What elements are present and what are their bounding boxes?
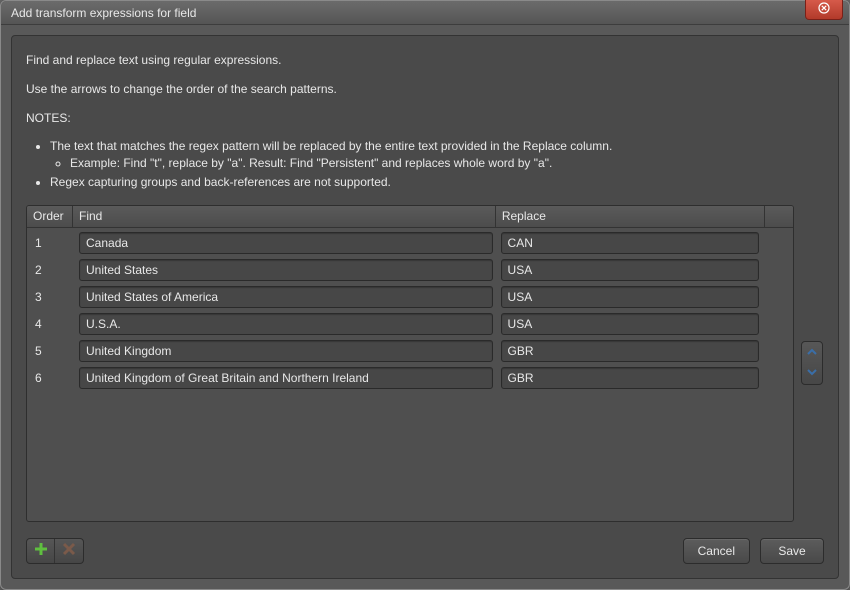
dialog-footer: Cancel Save	[26, 536, 824, 566]
delete-icon	[61, 541, 77, 562]
table-row[interactable]: 2	[29, 257, 791, 284]
table-row[interactable]: 5	[29, 338, 791, 365]
table-area: Order Find Replace 1 2 3 4 5 6	[26, 205, 824, 522]
cell-spacer	[763, 377, 791, 379]
reorder-controls	[800, 205, 824, 522]
header-find[interactable]: Find	[73, 206, 496, 227]
transform-table: Order Find Replace 1 2 3 4 5 6	[26, 205, 794, 522]
table-row[interactable]: 4	[29, 311, 791, 338]
find-input[interactable]	[79, 367, 493, 389]
cancel-button[interactable]: Cancel	[683, 538, 750, 564]
replace-input[interactable]	[501, 313, 759, 335]
table-header: Order Find Replace	[27, 206, 793, 228]
description-para1: Find and replace text using regular expr…	[26, 52, 824, 69]
dialog-window: Add transform expressions for field Find…	[0, 0, 850, 590]
chevron-down-icon	[806, 364, 818, 382]
close-button[interactable]	[805, 0, 843, 20]
dialog-content: Find and replace text using regular expr…	[11, 35, 839, 579]
description-para2: Use the arrows to change the order of th…	[26, 81, 824, 98]
table-body: 1 2 3 4 5 6	[27, 228, 793, 521]
find-input[interactable]	[79, 286, 493, 308]
cell-find	[75, 231, 497, 255]
delete-row-button[interactable]	[55, 539, 83, 563]
cell-spacer	[763, 269, 791, 271]
find-input[interactable]	[79, 232, 493, 254]
header-replace[interactable]: Replace	[496, 206, 765, 227]
find-input[interactable]	[79, 259, 493, 281]
cell-find	[75, 258, 497, 282]
cell-order: 1	[29, 235, 75, 251]
description-block: Find and replace text using regular expr…	[26, 52, 824, 193]
cell-find	[75, 366, 497, 390]
note-1-text: The text that matches the regex pattern …	[50, 139, 612, 153]
replace-input[interactable]	[501, 259, 759, 281]
note-item: Regex capturing groups and back-referenc…	[50, 174, 824, 191]
close-icon	[818, 2, 830, 17]
move-down-button[interactable]	[804, 364, 820, 382]
cell-replace	[497, 231, 763, 255]
header-order[interactable]: Order	[27, 206, 73, 227]
save-button[interactable]: Save	[760, 538, 824, 564]
replace-input[interactable]	[501, 340, 759, 362]
plus-icon	[33, 541, 49, 562]
replace-input[interactable]	[501, 286, 759, 308]
cell-spacer	[763, 242, 791, 244]
add-row-button[interactable]	[27, 539, 55, 563]
cell-replace	[497, 285, 763, 309]
note-example: Example: Find "t", replace by "a". Resul…	[70, 155, 824, 172]
cell-spacer	[763, 296, 791, 298]
table-row[interactable]: 3	[29, 284, 791, 311]
cell-order: 5	[29, 343, 75, 359]
cell-order: 3	[29, 289, 75, 305]
cell-order: 4	[29, 316, 75, 332]
replace-input[interactable]	[501, 232, 759, 254]
cell-replace	[497, 366, 763, 390]
note-item: The text that matches the regex pattern …	[50, 138, 824, 172]
cell-find	[75, 285, 497, 309]
find-input[interactable]	[79, 340, 493, 362]
cell-replace	[497, 312, 763, 336]
cell-spacer	[763, 350, 791, 352]
footer-buttons: Cancel Save	[683, 538, 824, 564]
row-action-group	[26, 538, 84, 564]
table-row[interactable]: 6	[29, 365, 791, 392]
header-spacer	[765, 206, 793, 227]
cell-find	[75, 339, 497, 363]
find-input[interactable]	[79, 313, 493, 335]
move-up-button[interactable]	[804, 344, 820, 362]
cell-order: 2	[29, 262, 75, 278]
notes-label: NOTES:	[26, 110, 824, 127]
cell-replace	[497, 258, 763, 282]
reorder-group	[801, 341, 823, 385]
cell-find	[75, 312, 497, 336]
replace-input[interactable]	[501, 367, 759, 389]
chevron-up-icon	[806, 344, 818, 362]
cell-replace	[497, 339, 763, 363]
cell-spacer	[763, 323, 791, 325]
table-row[interactable]: 1	[29, 230, 791, 257]
window-title: Add transform expressions for field	[11, 6, 196, 20]
cell-order: 6	[29, 370, 75, 386]
title-bar: Add transform expressions for field	[1, 1, 849, 25]
